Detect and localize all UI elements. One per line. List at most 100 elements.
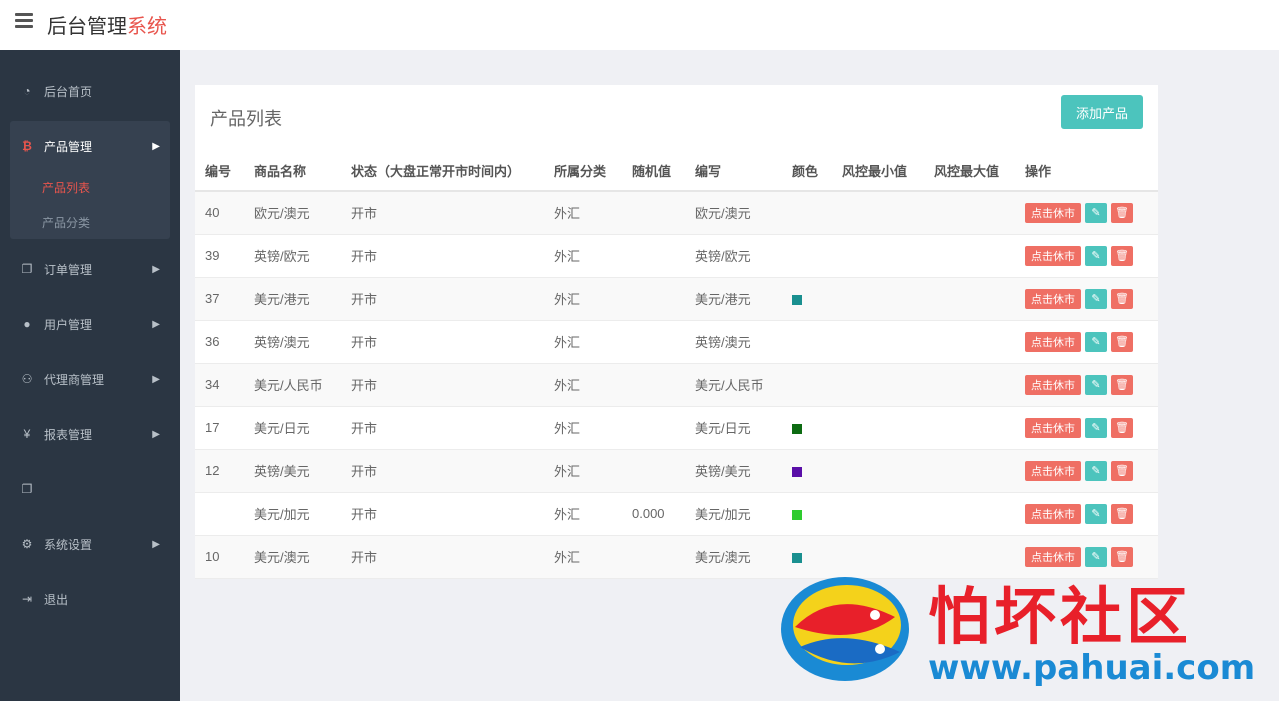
close-market-button[interactable]: 点击休市 — [1025, 245, 1081, 266]
trash-icon[interactable]: 🗑 — [1111, 546, 1133, 567]
close-market-button[interactable]: 点击休市 — [1025, 503, 1081, 524]
product-list-panel: 产品列表 添加产品 编号 商品名称 状态（大盘正常开市时间内） 所属分类 随机值… — [195, 85, 1158, 579]
trash-icon[interactable]: 🗑 — [1111, 245, 1133, 266]
cell-id: 10 — [195, 535, 244, 579]
cell-code: 美元/加元 — [685, 492, 782, 536]
cell-name: 英镑/澳元 — [244, 320, 341, 364]
pencil-icon[interactable]: ✎ — [1085, 417, 1107, 438]
table-row: 12 英镑/美元 开市 外汇 英镑/美元 点击休市 ✎ 🗑 — [195, 449, 1158, 493]
menu-toggle-icon[interactable] — [15, 13, 33, 29]
table-header-row: 编号 商品名称 状态（大盘正常开市时间内） 所属分类 随机值 编写 颜色 风控最… — [195, 150, 1158, 192]
sidebar-item-label: 后台首页 — [44, 84, 93, 99]
cell-color — [782, 277, 832, 321]
row-actions: 点击休市 ✎ 🗑 — [1025, 374, 1158, 395]
add-product-button[interactable]: 添加产品 — [1061, 95, 1143, 129]
sidebar-item-reports[interactable]: ¥ 报表管理 ▶ — [10, 416, 170, 452]
cell-random — [622, 234, 685, 278]
close-market-button[interactable]: 点击休市 — [1025, 460, 1081, 481]
sidebar: ◔ 后台首页 ₿ 产品管理 ▶ 产品列表 产品分类 ❐ 订单管理 ▶ ● 用户管… — [0, 50, 180, 701]
chevron-right-icon: ▶ — [152, 538, 160, 550]
cell-category: 外汇 — [544, 449, 622, 493]
cell-code: 美元/港元 — [685, 277, 782, 321]
cell-risk-max — [924, 449, 1015, 493]
cell-actions: 点击休市 ✎ 🗑 — [1015, 492, 1158, 536]
pencil-icon[interactable]: ✎ — [1085, 503, 1107, 524]
color-swatch — [792, 423, 802, 434]
watermark-url: www.pahuai.com — [928, 648, 1256, 688]
cell-category: 外汇 — [544, 406, 622, 450]
close-market-button[interactable]: 点击休市 — [1025, 546, 1081, 567]
column-header: 编号 — [195, 150, 244, 192]
cell-category: 外汇 — [544, 234, 622, 278]
cell-code: 英镑/美元 — [685, 449, 782, 493]
sidebar-item-obscured[interactable]: ❐ — [10, 471, 170, 507]
column-header: 商品名称 — [244, 150, 341, 192]
cell-status: 开市 — [341, 320, 544, 364]
trash-icon[interactable]: 🗑 — [1111, 417, 1133, 438]
cell-name: 美元/人民币 — [244, 363, 341, 407]
pencil-icon[interactable]: ✎ — [1085, 460, 1107, 481]
cell-color — [782, 234, 832, 278]
bitcoin-icon: ₿ — [22, 139, 32, 153]
cell-random — [622, 363, 685, 407]
cell-actions: 点击休市 ✎ 🗑 — [1015, 191, 1158, 235]
pencil-icon[interactable]: ✎ — [1085, 374, 1107, 395]
cell-risk-min — [832, 277, 924, 321]
sidebar-item-label: 用户管理 — [44, 317, 93, 332]
app-title-accent: 系统 — [127, 16, 167, 38]
dashboard-icon: ◔ — [23, 84, 31, 98]
cell-color — [782, 449, 832, 493]
cell-random — [622, 535, 685, 579]
cell-id: 39 — [195, 234, 244, 278]
sidebar-item-orders[interactable]: ❐ 订单管理 ▶ — [10, 251, 170, 287]
gears-icon: ⚙ — [21, 537, 33, 551]
sidebar-item-agents[interactable]: ⚇ 代理商管理 ▶ — [10, 361, 170, 397]
cell-code: 美元/澳元 — [685, 535, 782, 579]
trash-icon[interactable]: 🗑 — [1111, 503, 1133, 524]
sidebar-item-label: 退出 — [44, 592, 69, 607]
pencil-icon[interactable]: ✎ — [1085, 546, 1107, 567]
cell-category: 外汇 — [544, 492, 622, 536]
sign-out-icon: ⇥ — [21, 592, 33, 606]
pencil-icon[interactable]: ✎ — [1085, 331, 1107, 352]
column-header: 风控最大值 — [924, 150, 1015, 192]
color-swatch — [792, 552, 802, 563]
sidebar-item-logout[interactable]: ⇥ 退出 — [10, 581, 170, 617]
cell-actions: 点击休市 ✎ 🗑 — [1015, 277, 1158, 321]
sidebar-item-settings[interactable]: ⚙ 系统设置 ▶ — [10, 526, 170, 562]
page-title: 产品列表 — [210, 109, 282, 129]
trash-icon[interactable]: 🗑 — [1111, 202, 1133, 223]
trash-icon[interactable]: 🗑 — [1111, 460, 1133, 481]
close-market-button[interactable]: 点击休市 — [1025, 288, 1081, 309]
sidebar-subitem-product-list[interactable]: 产品列表 — [42, 179, 90, 196]
column-header: 颜色 — [782, 150, 832, 192]
trash-icon[interactable]: 🗑 — [1111, 374, 1133, 395]
color-swatch — [792, 509, 802, 520]
cell-risk-max — [924, 363, 1015, 407]
chevron-right-icon: ▶ — [152, 140, 160, 152]
sidebar-item-home[interactable]: ◔ 后台首页 — [10, 73, 170, 109]
trash-icon[interactable]: 🗑 — [1111, 288, 1133, 309]
cell-id: 37 — [195, 277, 244, 321]
watermark-fish-logo — [781, 577, 909, 681]
row-actions: 点击休市 ✎ 🗑 — [1025, 245, 1158, 266]
cell-id: 40 — [195, 191, 244, 235]
sidebar-item-products[interactable]: ₿ 产品管理 ▶ — [10, 128, 170, 164]
column-header: 编写 — [685, 150, 782, 192]
cell-category: 外汇 — [544, 320, 622, 364]
cell-code: 美元/日元 — [685, 406, 782, 450]
close-market-button[interactable]: 点击休市 — [1025, 374, 1081, 395]
sidebar-item-users[interactable]: ● 用户管理 ▶ — [10, 306, 170, 342]
pencil-icon[interactable]: ✎ — [1085, 288, 1107, 309]
close-market-button[interactable]: 点击休市 — [1025, 417, 1081, 438]
copy-icon: ❐ — [21, 262, 33, 276]
pencil-icon[interactable]: ✎ — [1085, 202, 1107, 223]
close-market-button[interactable]: 点击休市 — [1025, 202, 1081, 223]
app-title: 后台管理系统 — [47, 10, 167, 39]
sidebar-subitem-product-category[interactable]: 产品分类 — [42, 214, 90, 231]
cell-actions: 点击休市 ✎ 🗑 — [1015, 406, 1158, 450]
pencil-icon[interactable]: ✎ — [1085, 245, 1107, 266]
trash-icon[interactable]: 🗑 — [1111, 331, 1133, 352]
row-actions: 点击休市 ✎ 🗑 — [1025, 503, 1158, 524]
close-market-button[interactable]: 点击休市 — [1025, 331, 1081, 352]
